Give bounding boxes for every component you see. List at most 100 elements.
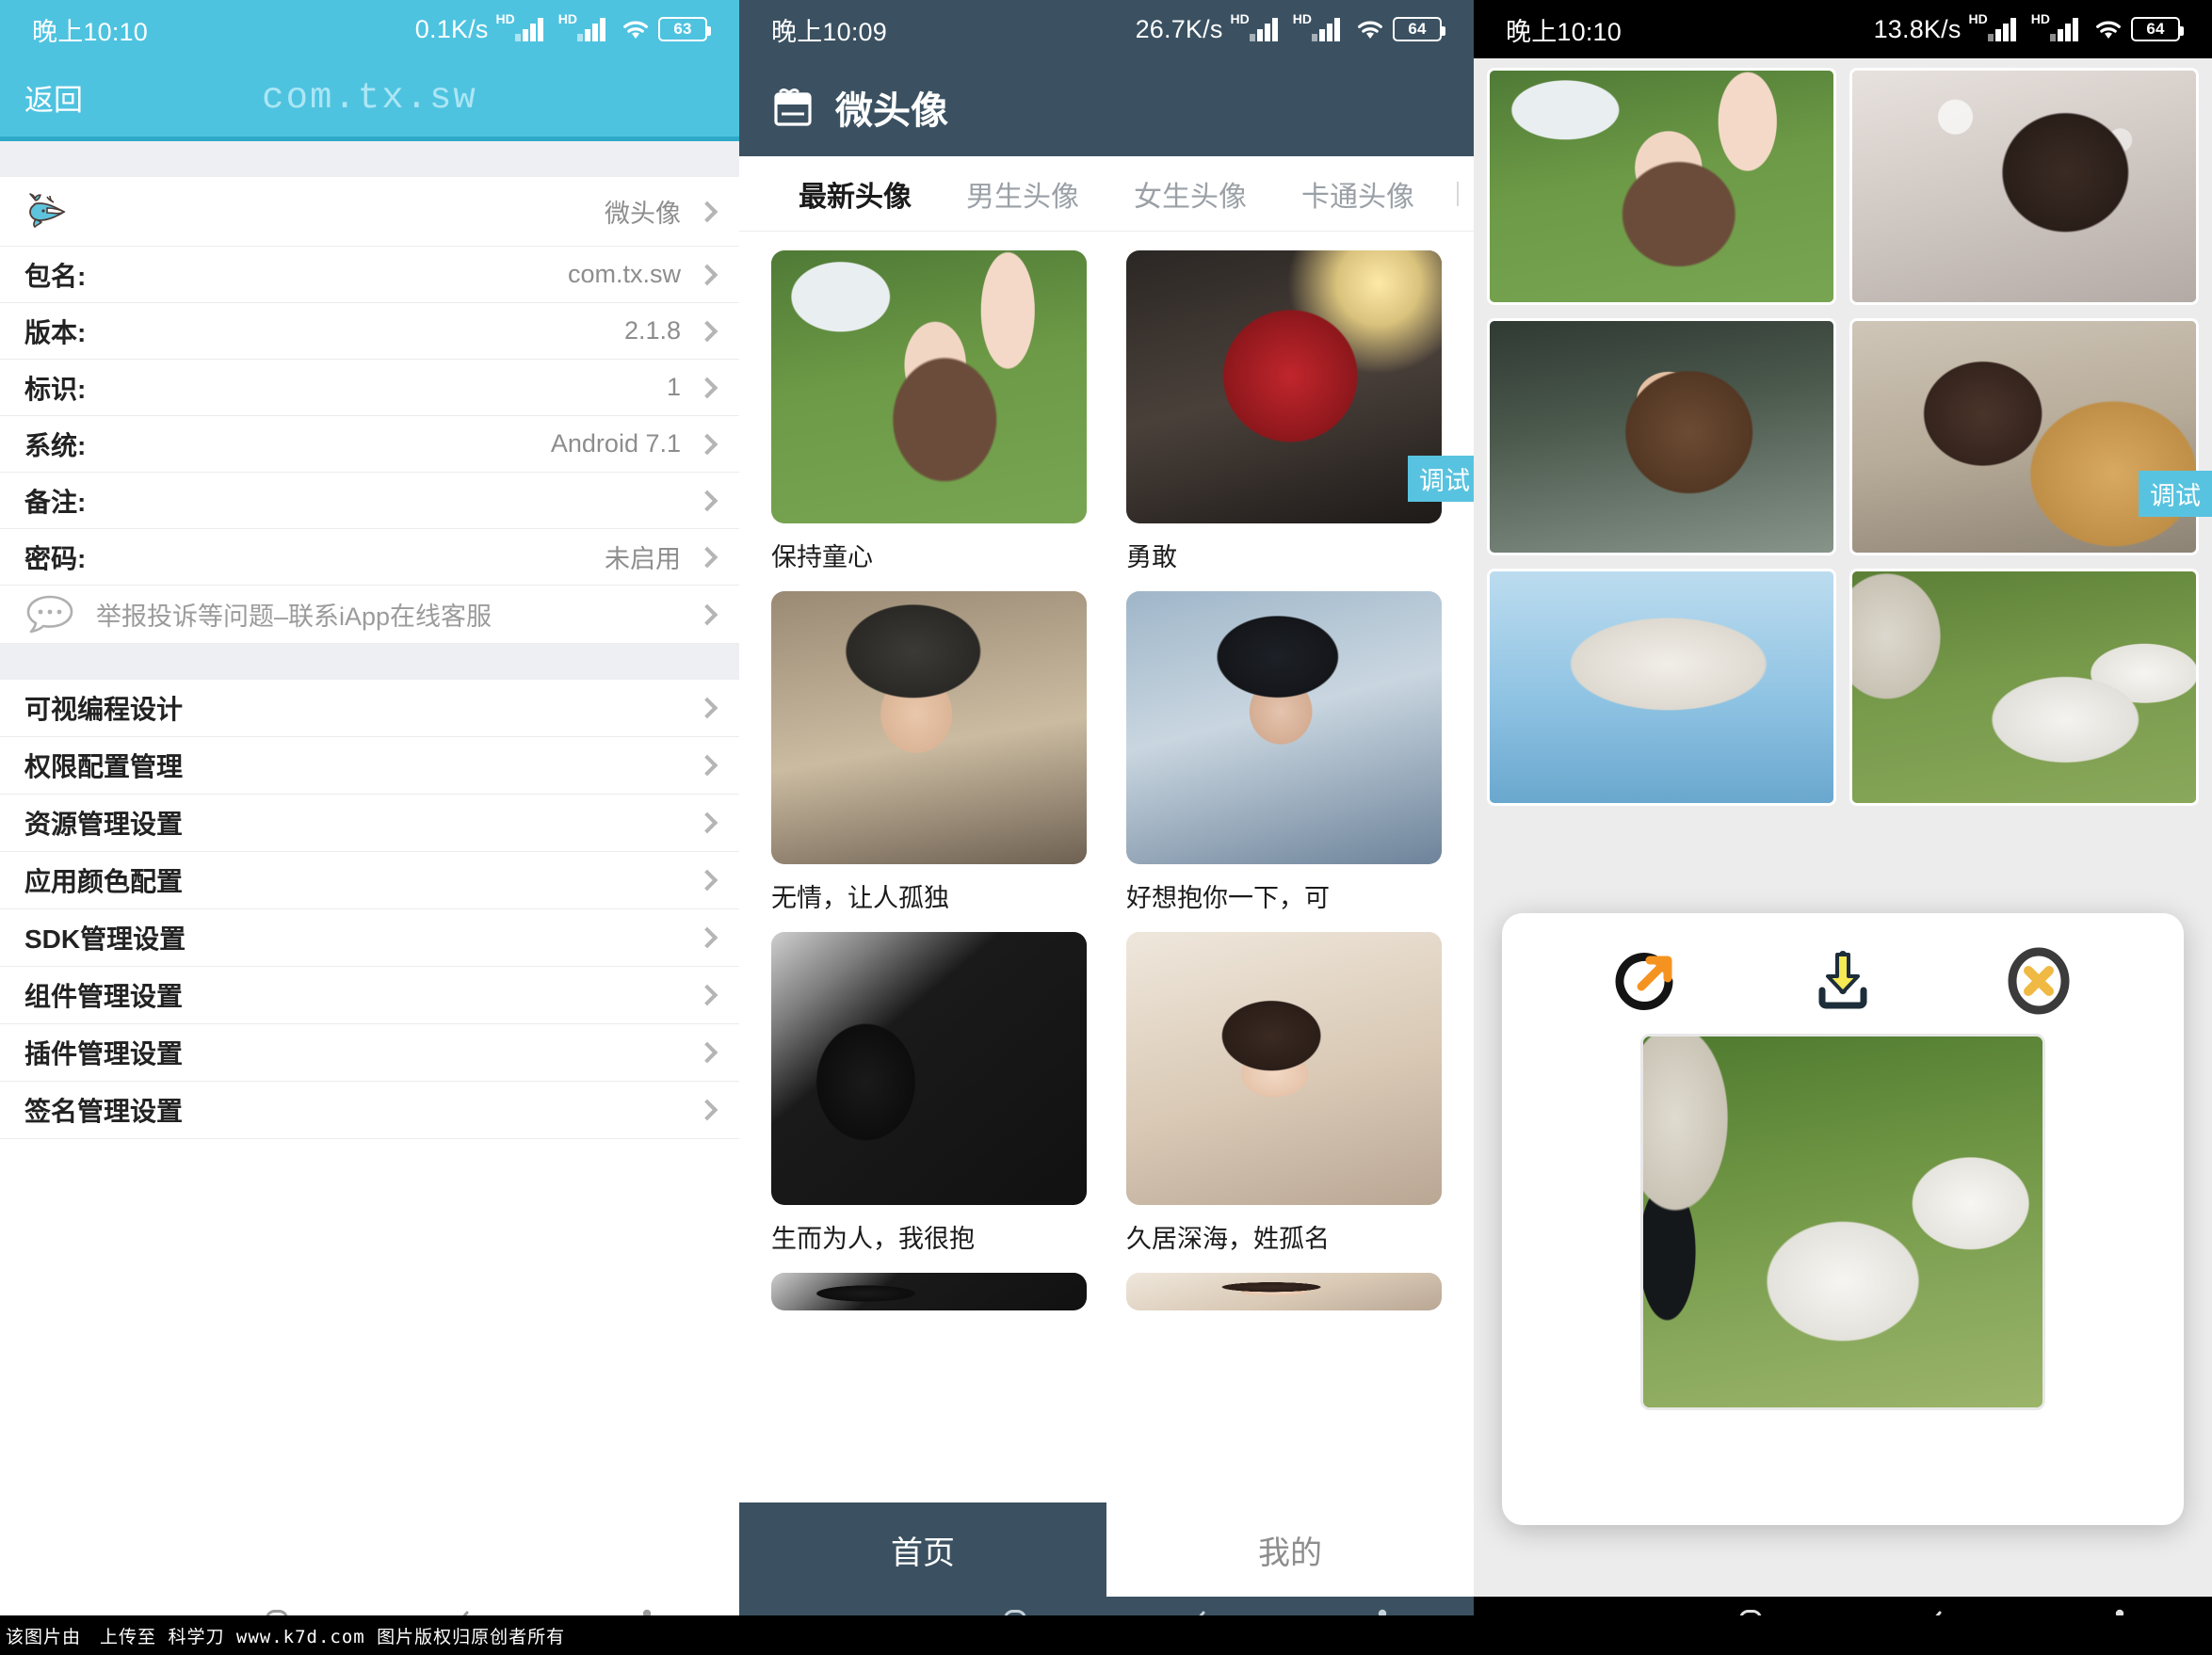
left-title-bar: 返回 com.tx.sw [0, 58, 739, 141]
status-indicators: 26.7K/s HD HD 64 [1135, 11, 1445, 44]
photo-tile[interactable] [1849, 68, 2199, 305]
status-indicators: 13.8K/s HD HD 64 [1873, 11, 2184, 44]
photo-tile[interactable] [1487, 68, 1836, 305]
tab-female[interactable]: 女生头像 [1106, 173, 1274, 215]
avatar-card[interactable]: 久居深海，姓孤名 [1126, 932, 1442, 1256]
avatar-card[interactable]: 保持童心 [771, 250, 1087, 574]
avatar-caption: 勇敢 [1126, 543, 1177, 571]
menu-item-sdk[interactable]: SDK管理设置 [0, 909, 739, 967]
avatar-thumbnail[interactable] [771, 591, 1087, 864]
avatar-thumbnail[interactable] [771, 932, 1087, 1205]
photo-tile[interactable] [1849, 318, 2199, 555]
menu-item-components[interactable]: 组件管理设置 [0, 967, 739, 1024]
tab-male[interactable]: 男生头像 [939, 173, 1106, 215]
chevron-right-icon [696, 320, 718, 342]
network-speed: 0.1K/s [414, 14, 489, 43]
support-row[interactable]: 举报投诉等问题–联系iApp在线客服 [0, 586, 739, 644]
chevron-right-icon [696, 603, 718, 625]
chevron-right-icon [696, 926, 718, 949]
chevron-right-icon [696, 811, 718, 834]
category-tabs: 最新头像 男生头像 女生头像 卡通头像 [739, 156, 1474, 232]
screenshot-root: 晚上10:10 0.1K/s HD HD 63 返回 com.tx.sw 微头像… [0, 0, 2212, 1655]
menu-label: 可视编程设计 [24, 695, 184, 724]
chevron-right-icon [696, 984, 718, 1006]
close-icon[interactable] [1995, 938, 2082, 1024]
menu-label: 资源管理设置 [24, 810, 184, 839]
avatar-thumbnail[interactable] [1126, 932, 1442, 1205]
debug-badge[interactable]: 调试 [1408, 456, 1474, 502]
tab-latest[interactable]: 最新头像 [771, 173, 939, 215]
battery-icon: 64 [1393, 17, 1445, 41]
debug-badge[interactable]: 调试 [2139, 471, 2212, 517]
signal-1-icon: HD [1231, 11, 1285, 41]
avatar-thumbnail[interactable] [771, 1273, 1087, 1310]
image-preview[interactable] [1640, 1034, 2045, 1410]
download-icon[interactable] [1800, 938, 1886, 1024]
panel-gallery: 晚上10:10 13.8K/s HD HD 64 调试 [1474, 0, 2212, 1655]
middle-header: 晚上10:09 26.7K/s HD HD 64 微头像 [739, 0, 1474, 156]
avatar-card-partial[interactable] [771, 1273, 1087, 1310]
left-header: 晚上10:10 0.1K/s HD HD 63 返回 com.tx.sw [0, 0, 739, 141]
info-row-package[interactable]: 包名: com.tx.sw [0, 247, 739, 303]
menu-item-resources[interactable]: 资源管理设置 [0, 795, 739, 852]
info-row-password[interactable]: 密码: 未启用 [0, 529, 739, 586]
avatar-caption: 久居深海，姓孤名 [1126, 1225, 1330, 1253]
status-bar-left: 晚上10:10 0.1K/s HD HD 63 [0, 0, 739, 58]
app-name-value: 微头像 [605, 200, 681, 228]
avatar-thumbnail[interactable] [771, 250, 1087, 523]
chevron-right-icon [696, 433, 718, 455]
app-brand-row[interactable]: 微头像 [0, 177, 739, 247]
network-speed: 13.8K/s [1873, 14, 1962, 43]
avatar-thumbnail[interactable] [1126, 591, 1442, 864]
avatar-thumbnail[interactable] [1126, 250, 1442, 523]
menu-item-plugins[interactable]: 插件管理设置 [0, 1024, 739, 1082]
menu-item-visual-programming[interactable]: 可视编程设计 [0, 680, 739, 737]
photo-tile[interactable] [1487, 318, 1836, 555]
menu-item-signature[interactable]: 签名管理设置 [0, 1082, 739, 1139]
photo-tile[interactable] [1849, 569, 2199, 806]
tab-cartoon[interactable]: 卡通头像 [1274, 173, 1442, 215]
avatar-card[interactable]: 好想抱你一下，可 [1126, 591, 1442, 915]
avatar-card[interactable]: 生而为人，我很抱 [771, 932, 1087, 1256]
avatar-caption: 好想抱你一下，可 [1126, 884, 1330, 912]
avatar-thumbnail[interactable] [1126, 1273, 1442, 1310]
signal-2-icon: HD [1293, 11, 1348, 41]
status-time: 晚上10:09 [771, 17, 887, 46]
row-label: 备注: [24, 487, 87, 517]
image-action-dialog [1502, 913, 2184, 1525]
watermark: 该图片由 上传至 科学刀 www.k7d.com 图片版权归原创者所有 [0, 1615, 2212, 1655]
photo-grid [1474, 58, 2212, 815]
info-row-system[interactable]: 系统: Android 7.1 [0, 416, 739, 473]
share-icon[interactable] [1604, 938, 1690, 1024]
section-divider-2 [0, 644, 739, 680]
row-value: 1 [666, 373, 681, 401]
signal-2-icon: HD [558, 11, 613, 41]
row-value: 未启用 [605, 545, 681, 573]
chevron-right-icon [696, 1099, 718, 1121]
bottom-tab-home[interactable]: 首页 [739, 1502, 1106, 1597]
info-row-version[interactable]: 版本: 2.1.8 [0, 303, 739, 360]
battery-icon: 64 [2131, 17, 2184, 41]
wifi-icon [2096, 21, 2121, 39]
avatar-caption: 生而为人，我很抱 [771, 1225, 975, 1253]
avatar-card[interactable]: 无情，让人孤独 [771, 591, 1087, 915]
photo-tile[interactable] [1487, 569, 1836, 806]
bottom-tab-bar: 首页 我的 [739, 1502, 1474, 1597]
info-row-remark[interactable]: 备注: [0, 473, 739, 529]
signal-1-icon: HD [496, 11, 551, 41]
row-label: 系统: [24, 430, 87, 460]
avatar-card-partial[interactable] [1126, 1273, 1442, 1310]
dialog-action-bar [1502, 913, 2184, 1034]
row-value: Android 7.1 [550, 429, 681, 458]
avatar-card[interactable]: 调试 勇敢 [1126, 250, 1474, 574]
menu-item-app-colors[interactable]: 应用颜色配置 [0, 852, 739, 909]
bottom-tab-mine[interactable]: 我的 [1106, 1502, 1474, 1597]
row-value: 2.1.8 [623, 316, 681, 345]
avatar-caption: 保持童心 [771, 543, 873, 571]
panel-avatar-app: 晚上10:09 26.7K/s HD HD 64 微头像 最新头像 男生头像 女… [739, 0, 1474, 1655]
menu-item-permissions[interactable]: 权限配置管理 [0, 737, 739, 795]
status-indicators: 0.1K/s HD HD 63 [414, 11, 711, 44]
network-speed: 26.7K/s [1135, 14, 1223, 43]
menu-label: 权限配置管理 [24, 752, 184, 781]
info-row-identifier[interactable]: 标识: 1 [0, 360, 739, 416]
